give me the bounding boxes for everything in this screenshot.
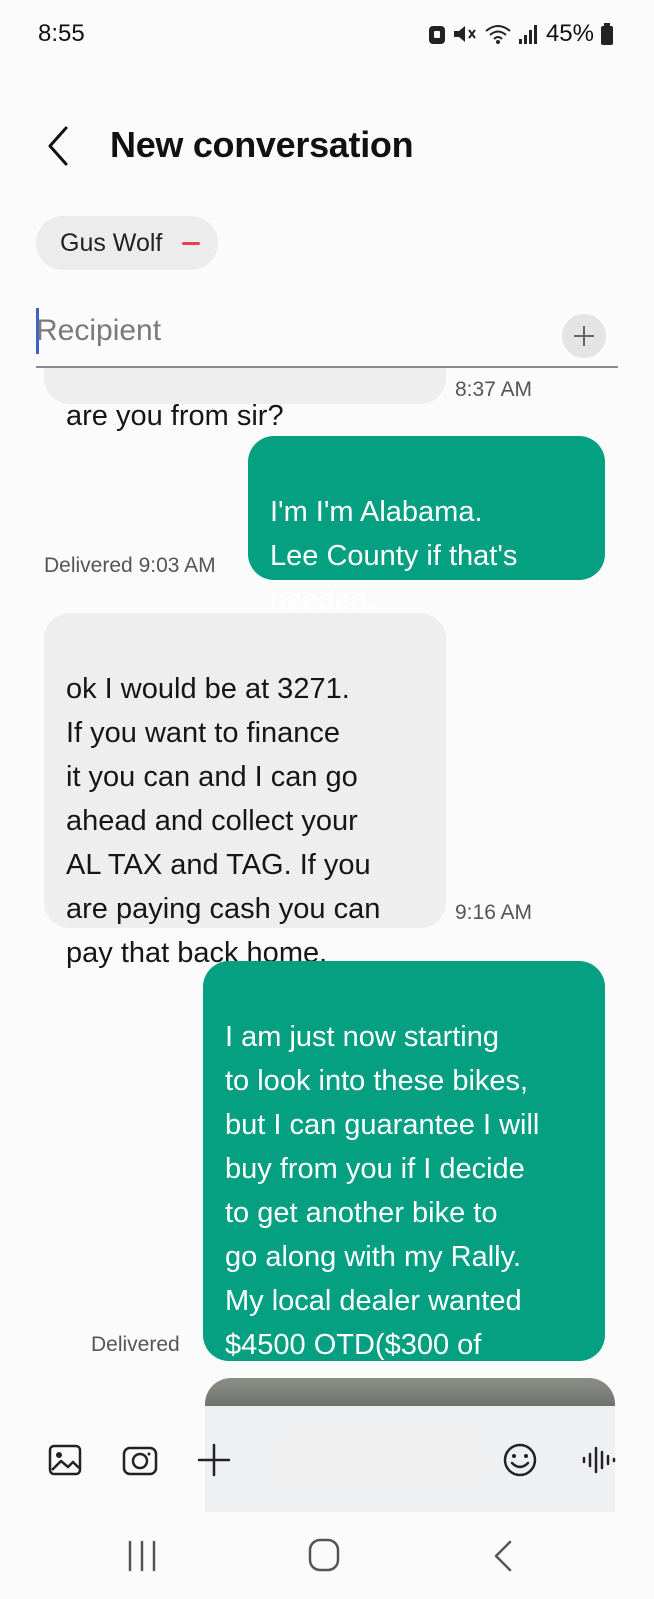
message-time: 9:03 AM: [138, 554, 216, 577]
add-recipient-button[interactable]: [562, 314, 606, 358]
message-bubble-received[interactable]: are you from sir?: [44, 368, 446, 432]
back-button[interactable]: [40, 122, 76, 170]
delivered-label: Delivered: [44, 554, 133, 577]
recipient-input[interactable]: [36, 306, 536, 356]
message-text: are you from sir?: [66, 400, 284, 432]
home-button[interactable]: [304, 1534, 348, 1578]
message-status: Delivered: [91, 1333, 180, 1356]
nav-back-button[interactable]: [482, 1534, 526, 1578]
recipient-chip[interactable]: Gus Wolf: [36, 216, 219, 270]
camera-button[interactable]: [120, 1440, 160, 1480]
plus-icon: [197, 1443, 231, 1477]
message-bubble-received[interactable]: ok I would be at 3271. If you want to fi…: [44, 613, 446, 969]
message-bubble-sent[interactable]: I'm I'm Alabama. Lee County if that's ne…: [248, 436, 605, 616]
back-chevron-icon: [48, 126, 68, 166]
message-text: I'm I'm Alabama. Lee County if that's ne…: [270, 496, 518, 616]
message-bubble-sent[interactable]: I am just now starting to look into thes…: [203, 961, 605, 1405]
message-thread[interactable]: are you from sir? 8:37 AM I'm I'm Alabam…: [0, 368, 654, 1406]
recipient-row: [36, 300, 618, 368]
remove-recipient-icon[interactable]: [182, 241, 201, 245]
wifi-icon: [485, 25, 511, 44]
camera-icon: [122, 1446, 158, 1476]
page-title: New conversation: [110, 124, 414, 165]
add-attachment-button[interactable]: [194, 1440, 234, 1480]
gallery-icon: [48, 1444, 82, 1476]
image-attachment[interactable]: [205, 1378, 615, 1406]
status-time: 8:55: [38, 20, 85, 47]
composer-bar: [0, 1406, 654, 1512]
app-header: New conversation: [0, 110, 654, 180]
message-text: ok I would be at 3271. If you want to fi…: [66, 673, 381, 969]
message-text: I am just now starting to look into thes…: [225, 1021, 540, 1405]
message-status: Delivered 9:03 AM: [44, 554, 216, 578]
message-time: 8:37 AM: [455, 378, 533, 401]
nfc-lock-icon: [428, 26, 445, 44]
status-icons: 45%: [428, 20, 614, 48]
mute-icon: [453, 26, 476, 42]
message-time: 9:16 AM: [455, 901, 533, 924]
back-icon: [494, 1540, 512, 1572]
recent-apps-button[interactable]: [120, 1534, 164, 1578]
recent-apps-icon: [128, 1540, 156, 1572]
signal-icon: [518, 25, 537, 44]
battery-percent: 45%: [545, 20, 594, 47]
recipient-chip-label: Gus Wolf: [60, 228, 163, 257]
home-icon: [308, 1538, 340, 1572]
emoji-icon: [503, 1443, 537, 1477]
voice-icon: [582, 1446, 616, 1474]
gallery-button[interactable]: [46, 1440, 86, 1480]
system-nav-bar: [0, 1512, 654, 1599]
battery-icon: [601, 23, 613, 45]
voice-button[interactable]: [580, 1440, 620, 1480]
message-input[interactable]: [275, 1430, 485, 1486]
status-bar: 8:55 45%: [0, 0, 654, 70]
emoji-button[interactable]: [500, 1440, 540, 1480]
